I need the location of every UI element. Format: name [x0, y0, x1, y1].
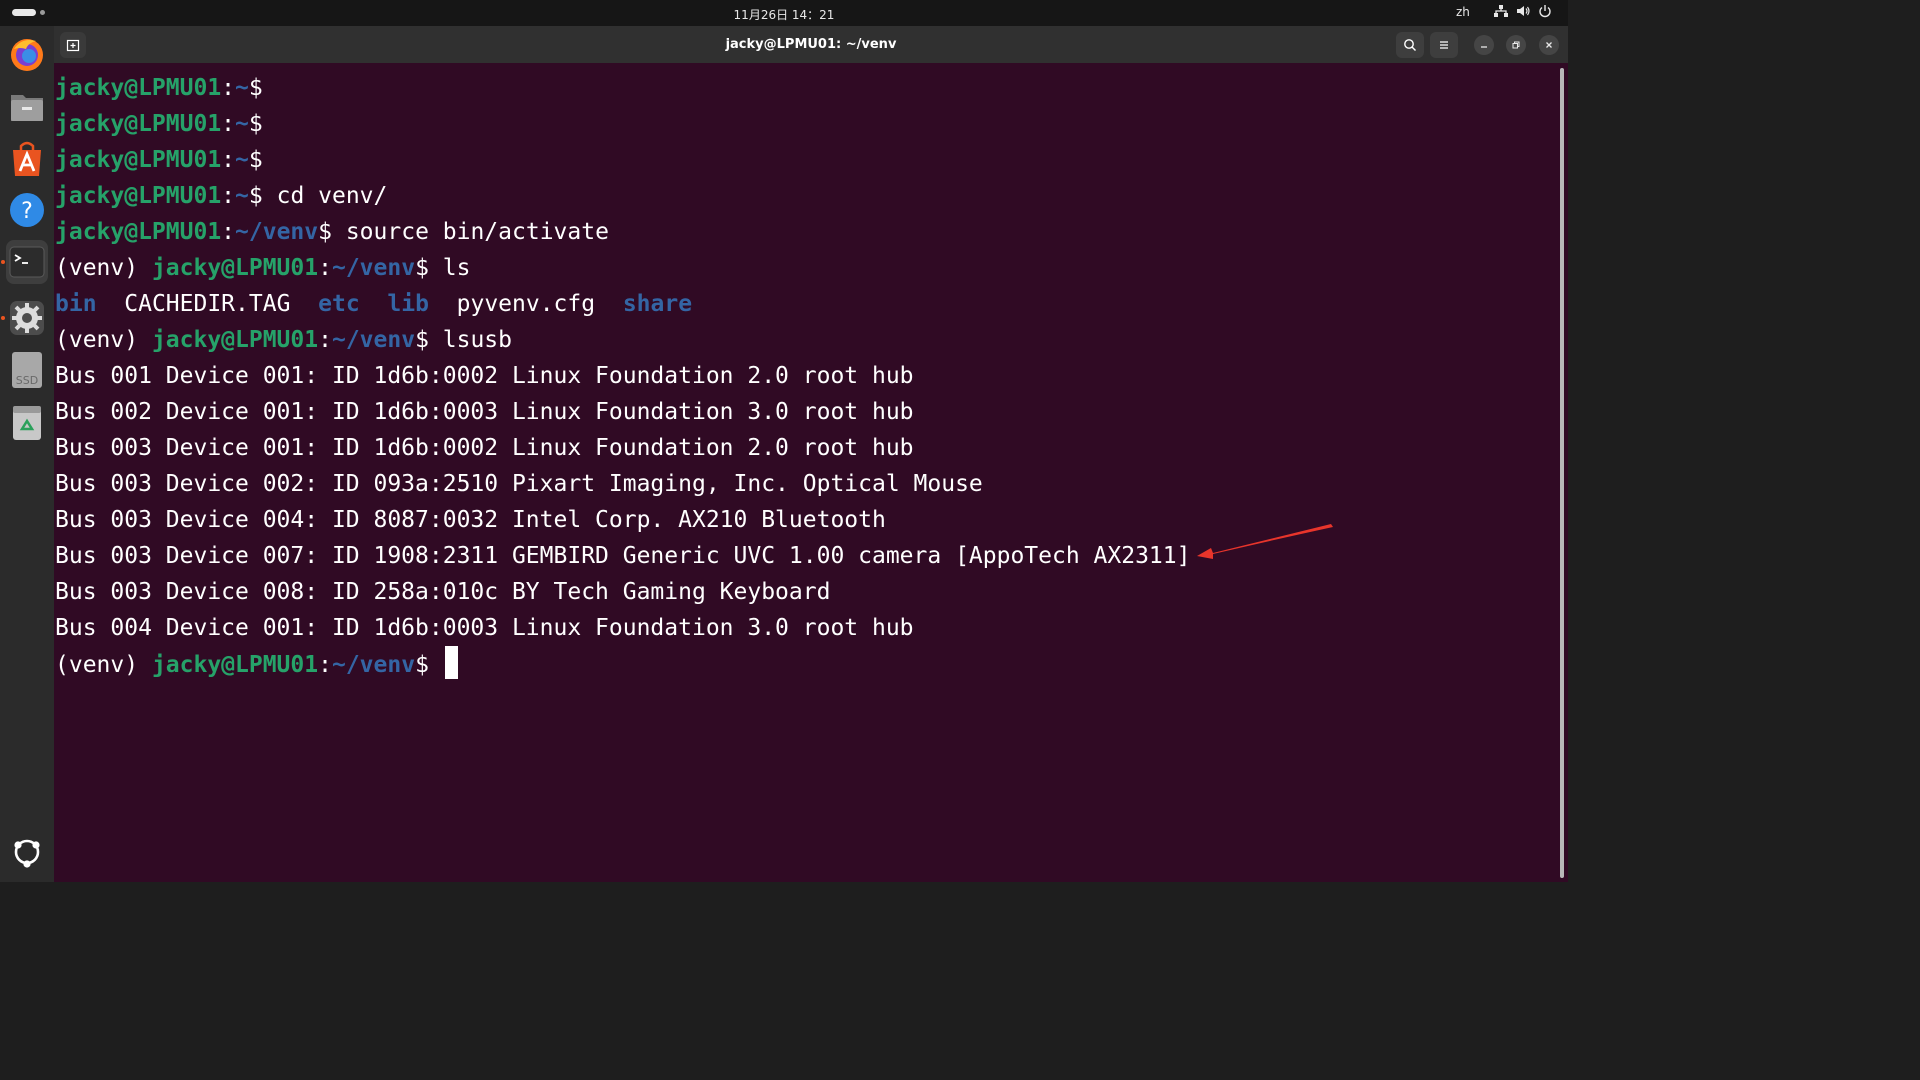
annotation-arrow [1197, 524, 1333, 559]
